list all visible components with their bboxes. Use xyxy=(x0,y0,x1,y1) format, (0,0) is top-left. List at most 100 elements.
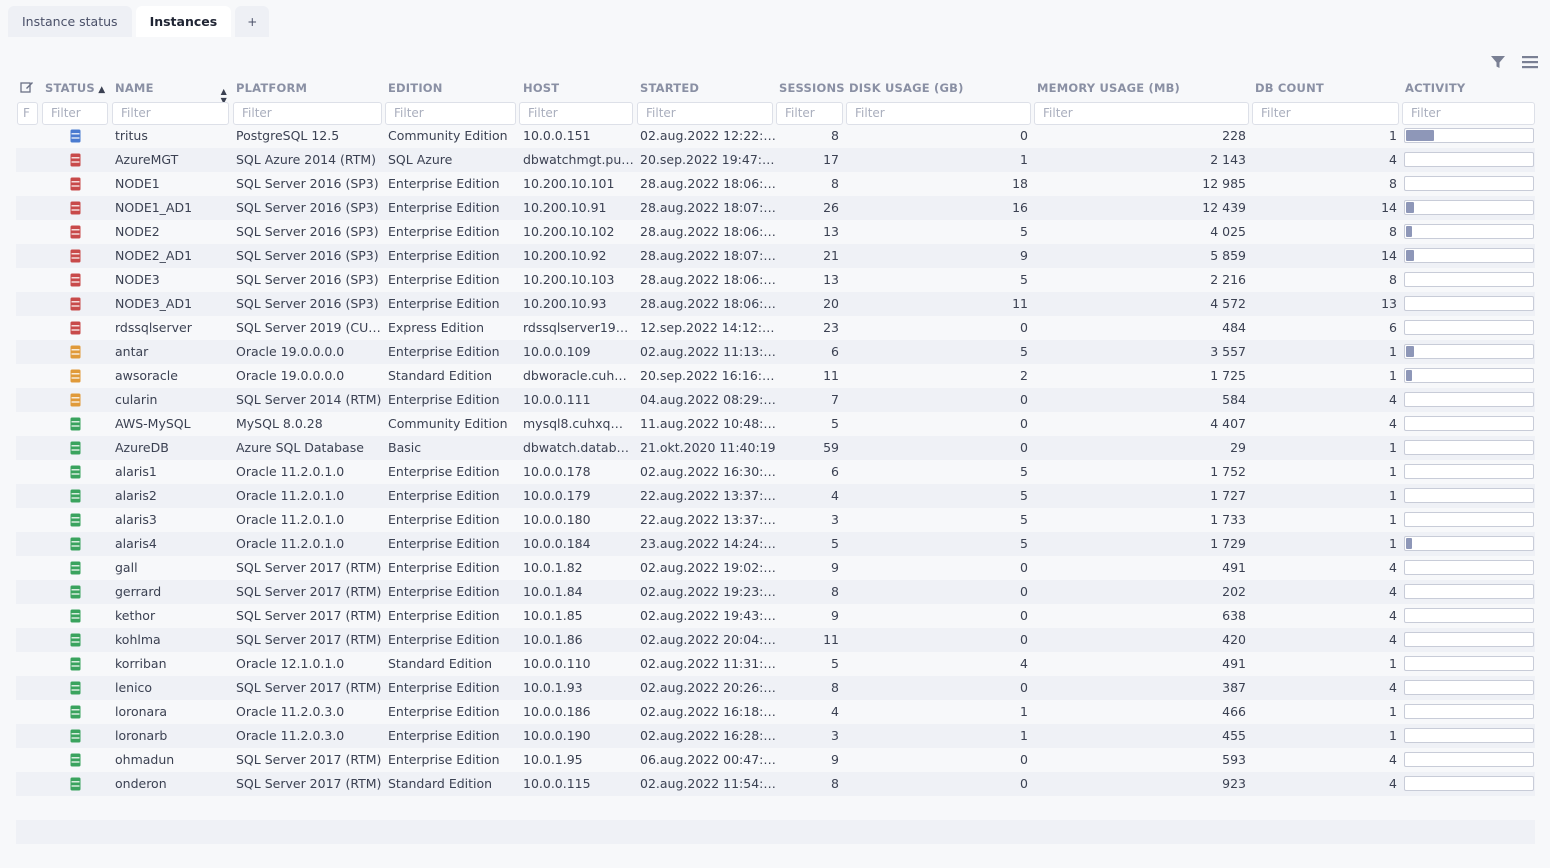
table-row[interactable]: gall SQL Server 2017 (RTM) Enterprise Edit… xyxy=(16,556,1535,580)
filter-started-input[interactable]: Filter xyxy=(637,102,773,125)
table-row[interactable]: kohlma SQL Server 2017 (RTM) Enterprise Ed… xyxy=(16,628,1535,652)
table-row[interactable]: NODE1_AD1 SQL Server 2016 (SP3) Enterprise… xyxy=(16,196,1535,220)
cell-db-count: 4 xyxy=(1389,632,1397,647)
cell-platform: Oracle 11.2.0.1.0 xyxy=(236,488,345,503)
table-row[interactable]: alaris4 Oracle 11.2.0.1.0 Enterprise Editi… xyxy=(16,532,1535,556)
table-row[interactable]: loronarb Oracle 11.2.0.3.0 Enterprise Edit… xyxy=(16,724,1535,748)
cell-memory-usage: 484 xyxy=(1222,320,1246,335)
empty-row xyxy=(16,844,1535,868)
table-row[interactable]: gerrard SQL Server 2017 (RTM) Enterprise E… xyxy=(16,580,1535,604)
activity-bar-fill xyxy=(1406,250,1414,261)
col-header-name[interactable]: NAME ▲ ▼ xyxy=(113,78,231,105)
grid-toolbar xyxy=(1488,52,1540,72)
cell-sessions: 26 xyxy=(823,200,839,215)
cell-started: 12.sep.2022 14:12:44 xyxy=(640,320,776,335)
table-row[interactable]: NODE3 SQL Server 2016 (SP3) Enterprise Edi… xyxy=(16,268,1535,292)
cell-edition: Enterprise Edition xyxy=(388,632,500,647)
table-row[interactable]: AzureMGT SQL Azure 2014 (RTM) SQL Azure dbw… xyxy=(16,148,1535,172)
activity-bar-fill xyxy=(1406,370,1412,381)
table-row[interactable]: korriban Oracle 12.1.0.1.0 Standard Editio… xyxy=(16,652,1535,676)
table-row[interactable]: alaris3 Oracle 11.2.0.1.0 Enterprise Editi… xyxy=(16,508,1535,532)
table-row[interactable]: cularin SQL Server 2014 (RTM) Enterprise E… xyxy=(16,388,1535,412)
col-header-status[interactable]: STATUS ▲ xyxy=(43,78,108,102)
table-row[interactable]: awsoracle Oracle 19.0.0.0.0 Standard Editi… xyxy=(16,364,1535,388)
database-status-icon xyxy=(42,196,108,220)
filter-memory-input[interactable]: Filter xyxy=(1034,102,1249,125)
activity-bar xyxy=(1404,488,1534,503)
table-row[interactable]: rdssqlserver SQL Server 2019 (CU15) Expres… xyxy=(16,316,1535,340)
cell-platform: SQL Server 2014 (RTM) xyxy=(236,392,382,407)
cell-memory-usage: 491 xyxy=(1222,560,1246,575)
cell-edition: Community Edition xyxy=(388,416,508,431)
database-status-icon xyxy=(42,700,108,724)
cell-host: 10.0.0.190 xyxy=(523,728,591,743)
col-header-host[interactable]: HOST xyxy=(521,78,633,102)
grid-header: STATUS ▲ NAME ▲ ▼ PLATFORM EDITION HOST ST… xyxy=(16,76,1535,105)
cell-edition: Express Edition xyxy=(388,320,485,335)
col-header-sessions[interactable]: SESSIONS xyxy=(777,78,845,102)
cell-name: rdssqlserver xyxy=(115,320,192,335)
col-header-disk-usage[interactable]: DISK USAGE (GB) xyxy=(847,78,1032,102)
table-row[interactable]: ohmadun SQL Server 2017 (RTM) Enterprise E… xyxy=(16,748,1535,772)
table-row[interactable]: alaris1 Oracle 11.2.0.1.0 Enterprise Editi… xyxy=(16,460,1535,484)
cell-memory-usage: 4 407 xyxy=(1210,416,1246,431)
menu-icon[interactable] xyxy=(1520,52,1540,72)
filter-status-input[interactable]: Filter xyxy=(42,102,108,125)
activity-bar xyxy=(1404,416,1534,431)
cell-memory-usage: 1 733 xyxy=(1210,512,1246,527)
col-header-started[interactable]: STARTED xyxy=(638,78,774,102)
filter-select-input[interactable]: F xyxy=(17,102,38,125)
cell-host: dbwatch.databa… xyxy=(523,440,634,455)
filter-disk-input[interactable]: Filter xyxy=(846,102,1031,125)
table-row[interactable]: alaris2 Oracle 11.2.0.1.0 Enterprise Editi… xyxy=(16,484,1535,508)
tab-instance-status[interactable]: Instance status xyxy=(8,6,132,37)
cell-memory-usage: 593 xyxy=(1222,752,1246,767)
table-row[interactable]: loronara Oracle 11.2.0.3.0 Enterprise Edit… xyxy=(16,700,1535,724)
table-row[interactable]: kethor SQL Server 2017 (RTM) Enterprise Ed… xyxy=(16,604,1535,628)
col-header-platform[interactable]: PLATFORM xyxy=(234,78,384,102)
table-row[interactable]: NODE2 SQL Server 2016 (SP3) Enterprise Edi… xyxy=(16,220,1535,244)
cell-db-count: 1 xyxy=(1389,728,1397,743)
cell-disk-usage: 16 xyxy=(1012,200,1028,215)
filter-dbcount-input[interactable]: Filter xyxy=(1252,102,1399,125)
table-row[interactable]: antar Oracle 19.0.0.0.0 Enterprise Edition… xyxy=(16,340,1535,364)
cell-host: 10.0.1.95 xyxy=(523,752,583,767)
activity-bar xyxy=(1404,224,1534,239)
cell-db-count: 14 xyxy=(1381,248,1397,263)
table-row[interactable]: NODE3_AD1 SQL Server 2016 (SP3) Enterprise… xyxy=(16,292,1535,316)
table-row[interactable]: NODE1 SQL Server 2016 (SP3) Enterprise Edi… xyxy=(16,172,1535,196)
table-row[interactable]: AWS-MySQL MySQL 8.0.28 Community Edition my… xyxy=(16,412,1535,436)
filter-name-input[interactable]: Filter xyxy=(112,102,229,125)
database-status-icon xyxy=(42,508,108,532)
table-row[interactable]: NODE2_AD1 SQL Server 2016 (SP3) Enterprise… xyxy=(16,244,1535,268)
cell-edition: Standard Edition xyxy=(388,656,493,671)
col-header-edition[interactable]: EDITION xyxy=(386,78,516,102)
col-header-memory-usage[interactable]: MEMORY USAGE (MB) xyxy=(1035,78,1250,102)
cell-name: loronara xyxy=(115,704,168,719)
activity-bar xyxy=(1404,680,1534,695)
table-row[interactable]: onderon SQL Server 2017 (RTM) Standard Edi… xyxy=(16,772,1535,796)
cell-edition: Enterprise Edition xyxy=(388,680,500,695)
cell-started: 28.aug.2022 18:07:05 xyxy=(640,248,776,263)
filter-sessions-input[interactable]: Filter xyxy=(776,102,843,125)
col-header-db-count[interactable]: DB COUNT xyxy=(1253,78,1398,102)
filter-activity-input[interactable]: Filter xyxy=(1402,102,1535,125)
filter-host-input[interactable]: Filter xyxy=(519,102,633,125)
cell-sessions: 8 xyxy=(831,680,839,695)
col-header-activity[interactable]: ACTIVITY xyxy=(1403,78,1533,102)
filter-edition-input[interactable]: Filter xyxy=(385,102,516,125)
table-row[interactable]: tritus PostgreSQL 12.5 Community Edition 10… xyxy=(16,124,1535,148)
database-status-icon xyxy=(42,340,108,364)
tab-instances[interactable]: Instances xyxy=(135,6,232,37)
cell-disk-usage: 0 xyxy=(1020,560,1028,575)
filter-icon[interactable] xyxy=(1488,52,1508,72)
cell-memory-usage: 228 xyxy=(1222,128,1246,143)
cell-sessions: 11 xyxy=(823,632,839,647)
table-row[interactable]: AzureDB Azure SQL Database Basic dbwatch.da… xyxy=(16,436,1535,460)
cell-db-count: 8 xyxy=(1389,272,1397,287)
filter-platform-input[interactable]: Filter xyxy=(233,102,382,125)
table-row[interactable]: lenico SQL Server 2017 (RTM) Enterprise Ed… xyxy=(16,676,1535,700)
add-tab-button[interactable]: + xyxy=(235,6,270,37)
cell-sessions: 5 xyxy=(831,536,839,551)
activity-bar xyxy=(1404,656,1534,671)
